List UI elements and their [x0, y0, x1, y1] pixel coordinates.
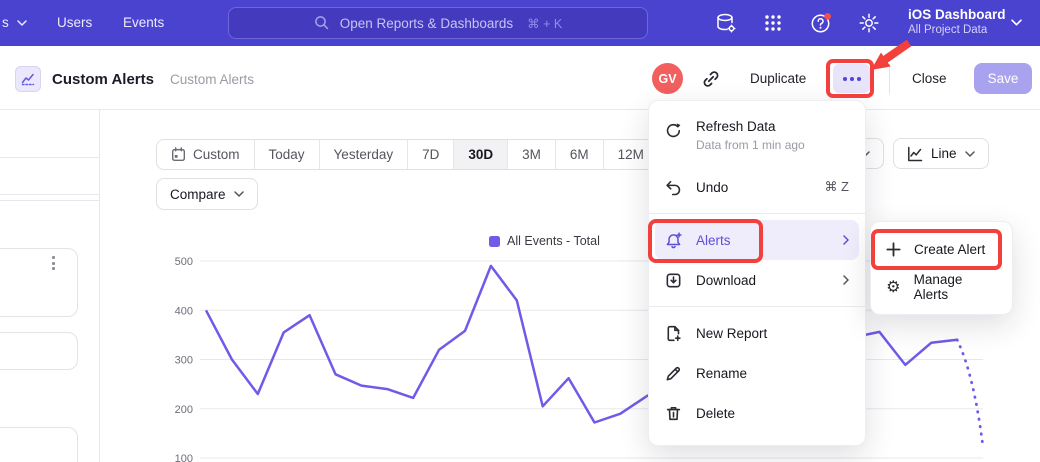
- chevron-down-icon: [1011, 19, 1022, 26]
- undo-icon: [665, 179, 682, 196]
- date-range-label: Custom: [193, 147, 240, 162]
- page-title: Custom Alerts: [52, 71, 154, 88]
- report-type-icon: [15, 66, 41, 92]
- kebab-menu-icon[interactable]: [52, 256, 55, 270]
- menu-divider: [649, 213, 865, 214]
- menu-item-new-report[interactable]: New Report: [649, 313, 865, 353]
- search-shortcut: ⌘ + K: [527, 16, 562, 31]
- menu-item-alerts[interactable]: Alerts: [655, 220, 859, 260]
- app-window: s Users Events Open Reports & Dashboards…: [0, 0, 1040, 462]
- date-range-7d[interactable]: 7D: [408, 140, 454, 169]
- nav-item-users[interactable]: Users: [57, 15, 92, 30]
- bell-plus-icon: [665, 232, 682, 249]
- line-chart-icon: [907, 146, 923, 162]
- submenu-item-create-alert[interactable]: Create Alert: [871, 230, 1012, 268]
- query-card[interactable]: [0, 248, 78, 317]
- close-button[interactable]: Close: [912, 71, 947, 86]
- save-button[interactable]: Save: [974, 63, 1032, 94]
- date-range-custom[interactable]: Custom: [157, 140, 255, 169]
- calendar-icon: [171, 147, 186, 162]
- menu-item-label: Refresh Data: [696, 119, 805, 134]
- legend-swatch: [489, 236, 500, 247]
- date-range-control: Custom Today Yesterday 7D 30D 3M 6M 12M: [156, 139, 659, 170]
- download-icon: [665, 272, 682, 289]
- menu-item-label: Download: [696, 273, 756, 288]
- menu-item-undo[interactable]: Undo ⌘ Z: [649, 167, 865, 207]
- shortcut-hint: ⌘ Z: [824, 179, 849, 195]
- menu-item-label: Alerts: [696, 233, 731, 248]
- nav-item-boards-partial[interactable]: s: [2, 15, 27, 30]
- chart-type-label: Line: [931, 146, 957, 161]
- plus-icon: [885, 241, 902, 258]
- menu-item-delete[interactable]: Delete: [649, 393, 865, 433]
- notification-dot: [824, 13, 831, 20]
- svg-text:200: 200: [175, 404, 193, 416]
- search-placeholder: Open Reports & Dashboards: [340, 16, 513, 31]
- chevron-right-icon: [843, 235, 849, 245]
- sidebar-divider: [0, 200, 99, 201]
- more-button[interactable]: [833, 64, 870, 93]
- data-management-icon[interactable]: [714, 11, 738, 35]
- alerts-submenu: Create Alert ⚙ Manage Alerts: [870, 221, 1013, 315]
- menu-item-label: Delete: [696, 406, 735, 421]
- avatar[interactable]: GV: [652, 63, 683, 94]
- menu-item-rename[interactable]: Rename: [649, 353, 865, 393]
- legend-label: All Events - Total: [507, 234, 600, 248]
- breadcrumb: Custom Alerts: [170, 72, 254, 87]
- svg-text:300: 300: [175, 355, 193, 367]
- date-range-yesterday[interactable]: Yesterday: [320, 140, 409, 169]
- gear-icon[interactable]: [857, 11, 881, 35]
- search-icon: [314, 15, 330, 31]
- sidebar-divider: [0, 194, 99, 195]
- menu-item-download[interactable]: Download: [649, 260, 865, 300]
- query-card[interactable]: [0, 332, 78, 370]
- menu-item-label: Rename: [696, 366, 747, 381]
- date-range-today[interactable]: Today: [255, 140, 320, 169]
- menu-item-refresh-data[interactable]: Refresh Data Data from 1 min ago: [649, 113, 865, 167]
- submenu-item-manage-alerts[interactable]: ⚙ Manage Alerts: [871, 268, 1012, 306]
- top-navbar: s Users Events Open Reports & Dashboards…: [0, 0, 1040, 46]
- menu-item-label: New Report: [696, 326, 767, 341]
- gear-icon: ⚙: [885, 279, 902, 296]
- menu-item-label: Undo: [696, 180, 728, 195]
- report-options-menu: Refresh Data Data from 1 min ago Undo ⌘ …: [648, 100, 866, 446]
- svg-text:100: 100: [175, 453, 193, 462]
- date-range-6m[interactable]: 6M: [556, 140, 604, 169]
- refresh-icon: [665, 122, 682, 139]
- submenu-item-label: Create Alert: [914, 242, 985, 257]
- menu-item-subtitle: Data from 1 min ago: [696, 138, 805, 152]
- global-search-input[interactable]: Open Reports & Dashboards ⌘ + K: [228, 7, 648, 39]
- copy-link-icon[interactable]: [701, 69, 721, 89]
- compare-button[interactable]: Compare: [156, 178, 258, 210]
- sidebar-divider: [0, 157, 99, 158]
- header-divider: [889, 64, 890, 94]
- apps-grid-icon[interactable]: [761, 11, 785, 35]
- nav-item-events[interactable]: Events: [123, 15, 164, 30]
- nav-partial-label: s: [2, 15, 9, 30]
- chevron-right-icon: [843, 275, 849, 285]
- svg-text:500: 500: [175, 256, 193, 268]
- trash-icon: [665, 405, 682, 422]
- help-icon[interactable]: [809, 11, 833, 35]
- submenu-item-label: Manage Alerts: [914, 272, 998, 302]
- date-range-30d[interactable]: 30D: [454, 140, 508, 169]
- query-builder-sidebar: [0, 110, 100, 462]
- chart-type-button[interactable]: Line: [893, 138, 989, 169]
- file-plus-icon: [665, 325, 682, 342]
- svg-text:400: 400: [175, 305, 193, 317]
- compare-label: Compare: [170, 187, 226, 202]
- chart-legend[interactable]: All Events - Total: [489, 234, 600, 248]
- menu-divider: [649, 306, 865, 307]
- chevron-down-icon: [234, 191, 244, 197]
- pencil-icon: [665, 365, 682, 382]
- query-card[interactable]: [0, 427, 78, 462]
- duplicate-button[interactable]: Duplicate: [750, 71, 806, 86]
- report-header: Custom Alerts Custom Alerts GV Duplicate…: [0, 46, 1040, 110]
- chevron-down-icon: [17, 20, 27, 26]
- chevron-down-icon: [965, 151, 975, 157]
- date-range-3m[interactable]: 3M: [508, 140, 556, 169]
